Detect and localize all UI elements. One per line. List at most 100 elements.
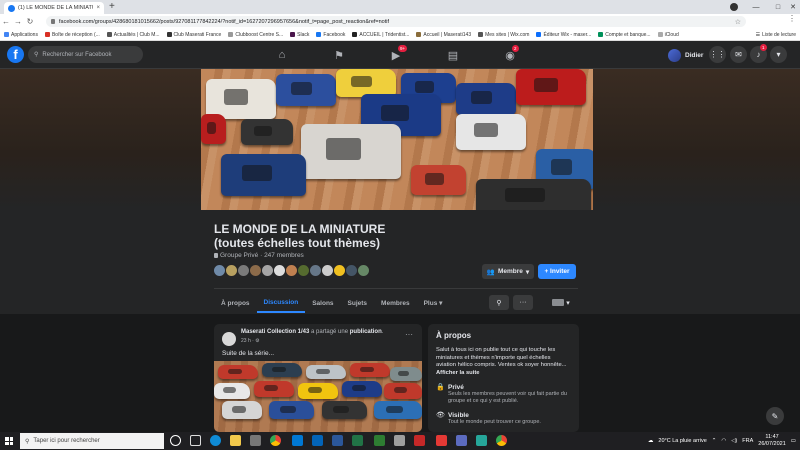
bookmark-item[interactable]: ACCUEIL | Tridentist... [352,32,409,38]
bookmark-item[interactable]: Éditeur Wix - maser... [536,32,591,38]
reading-list[interactable]: ☰ Liste de lecture [756,32,796,38]
bookmark-item[interactable]: Slack [290,32,309,38]
acrobat-icon[interactable] [414,435,425,446]
excel-icon[interactable] [352,435,363,446]
chrome-taskbar-icon[interactable] [496,435,507,446]
outlook-icon[interactable] [312,435,323,446]
app-icon[interactable] [476,435,487,446]
reading-list-icon: ☰ [755,32,761,38]
app-icon[interactable] [456,435,467,446]
facebook-logo-icon[interactable]: f [7,46,24,63]
member-avatar[interactable] [357,264,370,277]
model-car [342,381,382,397]
user-profile-chip[interactable]: Didier [668,47,703,63]
group-tab[interactable]: Plus ▾ [417,293,450,313]
facebook-search-input[interactable]: ⚲ Rechercher sur Facebook [28,46,143,63]
bookmark-item[interactable]: Compte et banque... [598,32,651,38]
windows-start-button[interactable] [0,432,18,450]
back-icon[interactable]: ← [0,17,12,26]
file-explorer-icon[interactable] [230,435,241,446]
tab-close-icon[interactable]: × [96,5,100,11]
messenger-icon[interactable]: ✉ [730,46,747,63]
notifications-bell-icon[interactable]: ♪ 1 [750,44,767,63]
taskbar-search-input[interactable]: ⚲ Taper ici pour rechercher [20,433,164,449]
new-message-compose-icon[interactable]: ✎ [766,407,784,425]
task-view-icon[interactable] [190,435,201,446]
group-tab[interactable]: Membres [374,293,417,313]
tray-chevron-up-icon[interactable]: ⌃ [712,438,717,444]
group-cover-photo[interactable] [201,69,593,211]
url-field[interactable]: facebook.com/groups/428680181015662/post… [46,16,746,27]
membre-label: Membre [497,268,523,275]
eye-icon: 👁 [436,412,445,419]
notification-center-icon[interactable]: ▭ [791,438,796,444]
model-car [221,154,306,196]
menu-grid-icon[interactable]: ⋮⋮ [709,46,726,63]
account-chevron-down-icon[interactable]: ▾ [770,46,787,63]
marketplace-icon[interactable]: ▤ [433,44,473,66]
chrome-profile-icon[interactable] [730,3,738,11]
bookmark-item[interactable]: Mes sites | Wix.com [478,32,529,38]
about-card: À propos Salut à tous ici on publie tout… [428,324,579,432]
edge-icon[interactable] [210,435,221,446]
group-more-icon[interactable]: ··· [513,295,533,310]
post-author-name[interactable]: Maserati Collection 1/43 [241,329,309,335]
chrome-taskbar-icon[interactable] [270,435,281,446]
post-image[interactable] [214,361,422,432]
home-icon[interactable]: ⌂ [262,44,302,66]
app-icon[interactable] [394,435,405,446]
cortana-icon[interactable] [170,435,181,446]
bookmark-item[interactable]: Actualités | Club M... [106,32,160,38]
post-object-link[interactable]: publication [350,329,382,335]
weather-icon[interactable]: ☁ [648,438,654,444]
group-tab[interactable]: Discussion [256,293,306,313]
weather-text[interactable]: 20°C La pluie arrive [658,438,706,444]
bookmark-item[interactable]: Facebook [316,32,345,38]
minimize-icon[interactable]: — [744,0,768,14]
wifi-icon[interactable]: ◠ [721,438,726,444]
membre-button[interactable]: 👥 Membre ▾ [482,264,534,279]
clock[interactable]: 11:47 26/07/2021 [758,434,786,448]
forward-icon[interactable]: → [12,17,24,26]
store-icon[interactable] [250,435,261,446]
post-more-icon[interactable]: ··· [405,330,413,339]
gaming-icon[interactable]: ◉ 2 [490,44,530,66]
bookmark-item[interactable]: Clubboost Centre S... [228,32,283,38]
browser-tab[interactable]: (1) LE MONDE DE LA MINIATURE × [4,2,104,14]
bookmark-star-icon[interactable]: ☆ [735,18,741,26]
post-timestamp[interactable]: 23 h · ⚙ [241,338,260,344]
lock-icon: 🔒 [436,384,445,391]
bookmark-item[interactable]: iCloud [657,31,679,38]
pages-flag-icon[interactable]: ⚑ [319,44,359,66]
bookmark-favicon-icon [598,32,604,37]
group-tab[interactable]: À propos [214,293,257,313]
bookmark-label: Clubboost Centre S... [235,31,284,38]
bookmark-item[interactable]: Accueil | Maserati143 [416,32,471,38]
volume-icon[interactable]: ◁) [731,438,737,444]
close-window-icon[interactable]: ✕ [786,0,800,14]
bookmark-item[interactable]: Club Maserati France [166,32,221,38]
view-switcher-button[interactable]: ▾ [546,295,576,310]
bookmark-item[interactable]: Boîte de réception (... [44,32,100,38]
inviter-button[interactable]: + Inviter [538,264,576,279]
post-author-avatar[interactable] [222,332,236,346]
group-tab[interactable]: Salons [305,293,340,313]
member-avatars[interactable] [213,264,370,277]
app-icon[interactable] [374,435,385,446]
bookmark-label: iCloud [664,31,679,38]
model-car [336,69,396,97]
watch-video-icon[interactable]: ▶ 9+ [376,44,416,66]
group-tab[interactable]: Sujets [341,293,375,313]
group-search-icon[interactable]: ⚲ [489,295,509,310]
see-more-link[interactable]: Afficher la suite [436,370,480,376]
lock-icon [51,19,55,24]
new-tab-button[interactable]: + [109,1,115,12]
chrome-menu-icon[interactable]: ⋮ [788,14,796,23]
word-icon[interactable] [332,435,343,446]
mail-icon[interactable] [292,435,303,446]
reload-icon[interactable]: ↻ [24,17,36,26]
bookmark-item[interactable]: Applications [4,32,38,38]
clock-date: 26/07/2021 [758,441,786,447]
keyboard-language[interactable]: FRA [742,438,753,444]
app-icon[interactable] [436,435,447,446]
